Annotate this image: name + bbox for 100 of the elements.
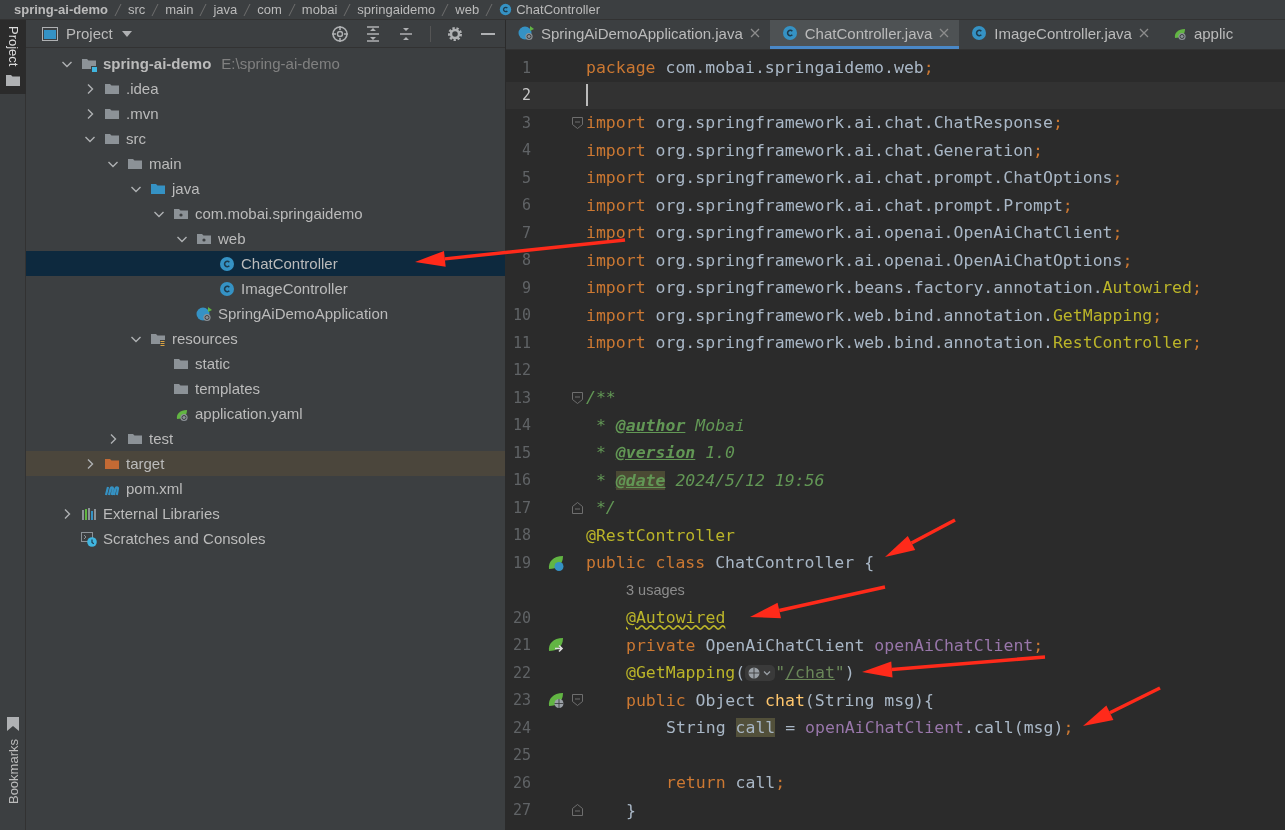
editor-tab[interactable]: ChatController.java: [769, 20, 960, 49]
line-number: 13: [511, 388, 531, 407]
fold-icon[interactable]: [572, 694, 583, 707]
breadcrumb[interactable]: com: [257, 2, 282, 17]
line-number: 8: [520, 251, 531, 270]
breadcrumb[interactable]: spring-ai-demo: [14, 2, 108, 17]
annotation-arrow: [885, 518, 956, 557]
code-text: }: [626, 800, 636, 820]
line-number: 12: [511, 361, 531, 380]
tree-item[interactable]: External Libraries: [26, 501, 505, 526]
line-number: 4: [520, 141, 531, 160]
libraries-icon: [81, 505, 97, 522]
code-text: @RestController: [586, 525, 735, 545]
separator-icon: [243, 2, 252, 17]
code-text: import org.springframework.ai.chat.ChatResponse;: [586, 113, 1063, 133]
line-number: 23: [511, 691, 531, 710]
code-text: return call;: [666, 773, 786, 793]
breadcrumb[interactable]: mobai: [301, 2, 338, 17]
line-number: 15: [511, 443, 531, 462]
breadcrumb[interactable]: springaidemo: [357, 2, 436, 17]
code-text: public Object chat(String msg){: [626, 690, 934, 710]
line-number: 10: [511, 306, 531, 325]
fold-icon[interactable]: [572, 501, 583, 514]
code-text: import org.springframework.web.bind.annotation.GetMapping;: [586, 305, 1163, 325]
separator-icon: [199, 2, 208, 17]
separator-icon: [441, 2, 450, 17]
expand-all-icon[interactable]: [364, 24, 382, 43]
line-number: 14: [511, 416, 531, 435]
tool-window-tab[interactable]: Project: [0, 20, 26, 95]
locate-icon[interactable]: [331, 24, 349, 43]
tree-item[interactable]: main: [26, 151, 505, 176]
breadcrumb[interactable]: main: [165, 2, 194, 17]
caret-icon: [120, 29, 133, 38]
bookmark-icon: [7, 716, 19, 731]
breadcrumb[interactable]: java: [213, 2, 238, 17]
tree-item[interactable]: test: [26, 426, 505, 451]
line-number: 18: [511, 526, 531, 545]
panel-icon: [42, 26, 58, 41]
tool-window-tab[interactable]: Bookmarks: [0, 710, 26, 812]
web-gutter-icon[interactable]: [547, 691, 565, 710]
code-text: String call = openAiChatClient.call(msg);: [666, 718, 1074, 738]
line-number: 25: [511, 746, 531, 765]
spring-class-icon: [196, 305, 212, 322]
code-text: import org.springframework.ai.openai.OpenAiChatClient;: [586, 223, 1123, 243]
tree-item[interactable]: .idea: [26, 76, 505, 101]
tree-item[interactable]: .mvn: [26, 101, 505, 126]
globe-inlay-icon[interactable]: [745, 663, 776, 682]
tree-item[interactable]: templates: [26, 376, 505, 401]
tree-item[interactable]: web: [26, 226, 505, 251]
line-number: 21: [511, 636, 531, 655]
code-text: * @date 2024/5/12 19:56: [594, 470, 825, 490]
code-text: private OpenAiChatClient openAiChatClient;: [626, 635, 1044, 655]
line-number: 26: [511, 773, 531, 792]
code-text: */: [594, 498, 616, 518]
line-number: 3: [520, 113, 531, 132]
tree-item[interactable]: src: [26, 126, 505, 151]
usages-hint[interactable]: 3 usages: [626, 582, 685, 599]
breadcrumb[interactable]: web: [455, 2, 480, 17]
breadcrumb[interactable]: src: [127, 2, 146, 17]
separator-icon: [113, 2, 122, 17]
tree-item[interactable]: static: [26, 351, 505, 376]
fold-icon[interactable]: [572, 116, 583, 129]
fold-icon[interactable]: [572, 804, 583, 817]
line-number: 24: [511, 718, 531, 737]
line-number: 1: [520, 58, 531, 77]
code-text: public class ChatController {: [586, 553, 875, 573]
folder-icon: [6, 74, 20, 87]
tree-item[interactable]: ImageController: [26, 276, 505, 301]
tree-item[interactable]: com.mobai.springaidemo: [26, 201, 505, 226]
settings-icon[interactable]: [446, 24, 464, 43]
tree-item[interactable]: SpringAiDemoApplication: [26, 301, 505, 326]
code-text: package com.mobai.springaidemo.web;: [586, 58, 934, 78]
scratches-icon: [81, 530, 97, 547]
code-text: @Autowired: [626, 608, 726, 628]
code-text: import org.springframework.beans.factory.annotation.Autowired;: [586, 278, 1202, 298]
tree-item[interactable]: java: [26, 176, 505, 201]
close-icon[interactable]: [749, 28, 760, 38]
line-number: 6: [520, 196, 531, 215]
tree-item[interactable]: ChatController: [26, 251, 505, 276]
close-icon[interactable]: [1138, 28, 1149, 38]
tree-item[interactable]: pom.xml: [26, 476, 505, 501]
code-text: import org.springframework.ai.openai.OpenAiChatOptions;: [586, 250, 1133, 270]
code-text: import org.springframework.ai.chat.prompt.Prompt;: [586, 195, 1073, 215]
line-number: 20: [511, 608, 531, 627]
editor-tab[interactable]: ImageController.java: [959, 20, 1159, 49]
project-view-dropdown[interactable]: Project: [42, 25, 133, 42]
editor-tab[interactable]: applic: [1158, 20, 1244, 49]
tree-item[interactable]: spring-ai-demo E:\spring-ai-demo: [26, 51, 505, 76]
code-text: @GetMapping(: [626, 663, 746, 683]
tree-item[interactable]: resources: [26, 326, 505, 351]
close-icon[interactable]: [939, 28, 950, 38]
breadcrumb[interactable]: ChatController: [499, 2, 600, 17]
editor-tab[interactable]: SpringAiDemoApplication.java: [506, 20, 770, 49]
tree-item[interactable]: target: [26, 451, 505, 476]
inject-gutter-icon[interactable]: [547, 636, 565, 655]
tree-item[interactable]: application.yaml: [26, 401, 505, 426]
fold-icon[interactable]: [572, 391, 583, 404]
bean-gutter-icon[interactable]: [547, 553, 565, 572]
code-text: import org.springframework.web.bind.annotation.RestController;: [586, 333, 1202, 353]
tree-item[interactable]: Scratches and Consoles: [26, 526, 505, 551]
